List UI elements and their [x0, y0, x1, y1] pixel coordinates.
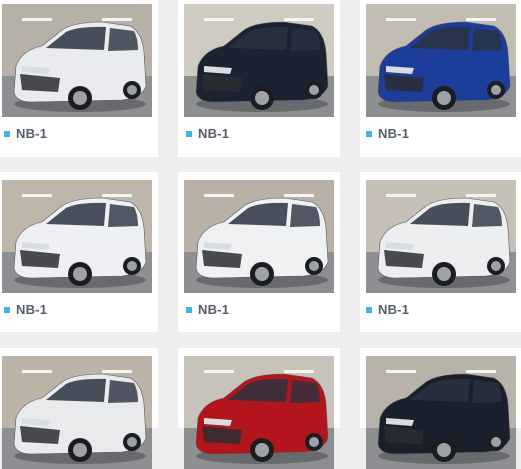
gallery-card[interactable]: NB-1	[178, 172, 340, 332]
bullet-square-icon	[4, 130, 10, 137]
gallery-card-thumbnail[interactable]	[2, 180, 152, 293]
gallery-card-label[interactable]: NB-1	[16, 302, 47, 317]
gallery-card-label[interactable]: NB-1	[198, 302, 229, 317]
gallery-card-thumbnail[interactable]	[366, 4, 516, 117]
bullet-square-icon	[186, 130, 192, 137]
gallery-card-label[interactable]: NB-1	[198, 126, 229, 141]
gallery-card[interactable]: NB-1	[0, 172, 158, 332]
white-suv-photo	[2, 356, 152, 469]
red-sportscar-photo	[184, 356, 334, 469]
white-hatchback-photo	[184, 180, 334, 293]
gallery-card-thumbnail[interactable]	[2, 356, 152, 469]
gallery-card-thumbnail[interactable]	[184, 4, 334, 117]
gallery-card[interactable]	[360, 348, 521, 469]
bullet-square-icon	[4, 306, 10, 313]
gallery-card-label[interactable]: NB-1	[16, 126, 47, 141]
gallery-card-thumbnail[interactable]	[184, 180, 334, 293]
gallery-card-thumbnail[interactable]	[366, 180, 516, 293]
gallery-card[interactable]	[178, 348, 340, 469]
gallery-card[interactable]: NB-1	[0, 0, 158, 157]
vehicle-gallery: NB-1 NB-1 NB-1 NB-1 NB-1 NB-1	[0, 0, 521, 469]
gallery-card-thumbnail[interactable]	[184, 356, 334, 469]
gallery-card[interactable]: NB-1	[360, 0, 521, 157]
blue-suv-photo	[366, 4, 516, 117]
dark-suv-photo	[366, 356, 516, 469]
gallery-card-thumbnail[interactable]	[2, 4, 152, 117]
gallery-card-label[interactable]: NB-1	[378, 302, 409, 317]
gallery-card[interactable]: NB-1	[360, 172, 521, 332]
bullet-square-icon	[366, 306, 372, 313]
dark-navy-suv-photo	[184, 4, 334, 117]
white-minivan-photo	[2, 4, 152, 117]
white-minivan-photo	[2, 180, 152, 293]
bullet-square-icon	[366, 130, 372, 137]
gallery-card[interactable]: NB-1	[178, 0, 340, 157]
white-compact-photo	[366, 180, 516, 293]
bullet-square-icon	[186, 306, 192, 313]
gallery-card[interactable]	[0, 348, 158, 469]
gallery-card-label[interactable]: NB-1	[378, 126, 409, 141]
gallery-card-thumbnail[interactable]	[366, 356, 516, 469]
